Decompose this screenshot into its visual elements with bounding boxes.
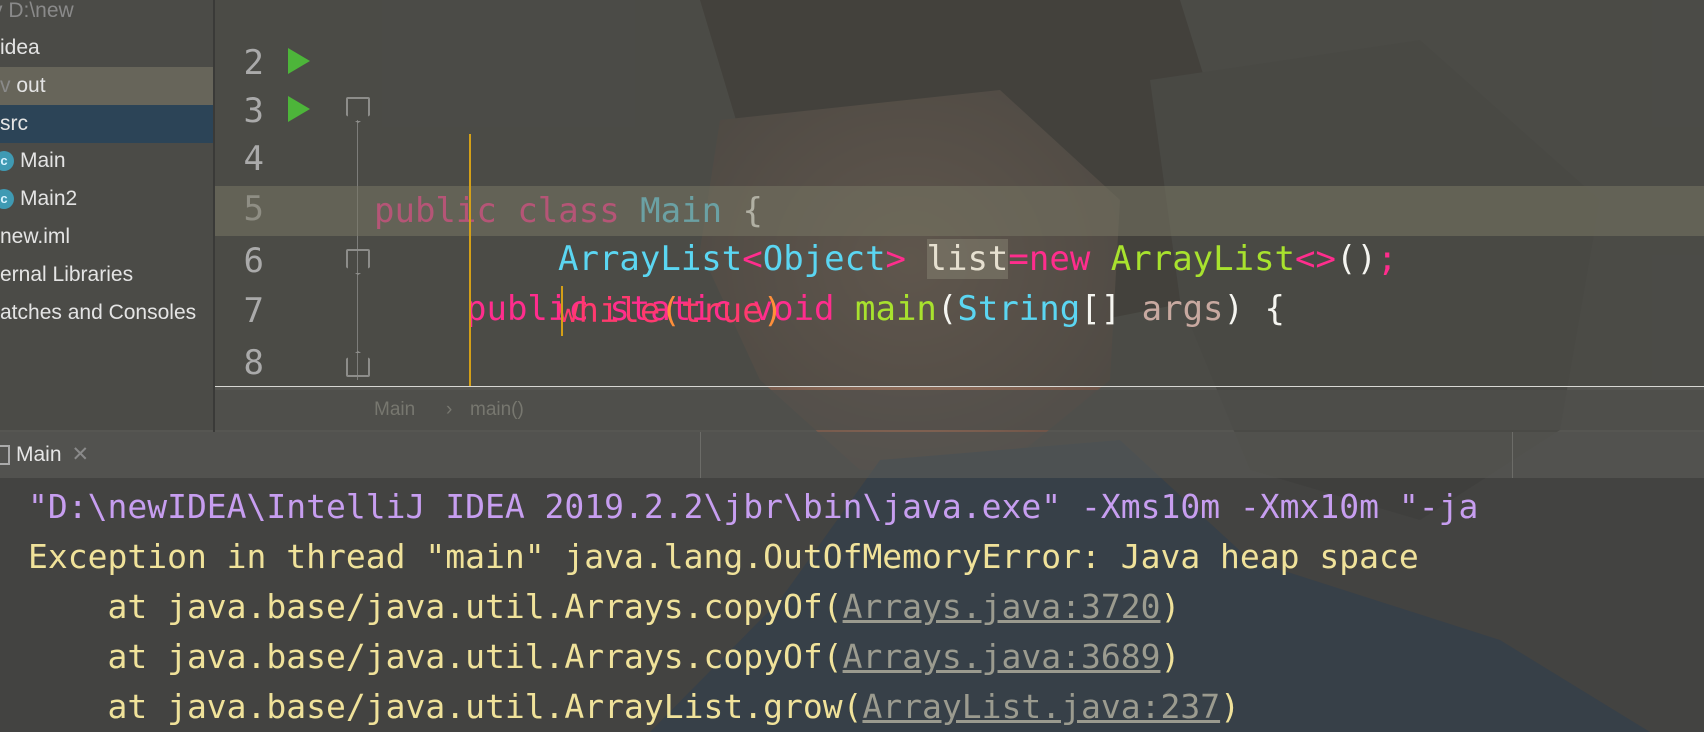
tree-item-out[interactable]: v out <box>0 67 214 105</box>
project-tree[interactable]: v D:\new idea v out src c Main c Main2 new… <box>0 0 214 430</box>
editor-bottom-border <box>214 386 1704 387</box>
stack-source-link[interactable]: Arrays.java:3720 <box>843 587 1161 626</box>
indent-guide <box>469 134 471 386</box>
console-stack-line: at java.base/java.util.Arrays.copyOf(Arr… <box>28 632 1180 682</box>
tree-item-label: new.iml <box>0 225 71 248</box>
tree-item-main2[interactable]: c Main2 <box>0 180 208 218</box>
tree-item-root[interactable]: v D:\new <box>0 0 206 30</box>
class-icon: c <box>0 189 14 210</box>
code-line-7[interactable]: 7 { <box>214 236 1704 331</box>
breadcrumb: Main › main() <box>214 390 1704 430</box>
tree-item-label: Main2 <box>20 187 78 210</box>
tree-item-main[interactable]: c Main <box>0 142 208 180</box>
code-line-3[interactable]: 3 public class Main { <box>214 36 1704 231</box>
code-line-5[interactable]: 5 ArrayList<Object> list=new ArrayList<>… <box>214 134 1704 279</box>
stack-source-link[interactable]: Arrays.java:3689 <box>843 637 1161 676</box>
console-output[interactable]: "D:\newIDEA\IntelliJ IDEA 2019.2.2\jbr\b… <box>0 478 1704 732</box>
breadcrumb-class[interactable]: Main <box>374 390 415 430</box>
run-gutter-icon[interactable] <box>288 48 310 74</box>
tree-item-idea[interactable]: idea <box>0 29 214 67</box>
close-icon[interactable]: ✕ <box>72 443 90 466</box>
code-line-2[interactable]: 2 <box>214 0 1704 83</box>
tree-item-label: idea <box>0 36 40 59</box>
console-exception-line: Exception in thread "main" java.lang.Out… <box>28 537 1419 576</box>
tree-item-label: out <box>16 74 46 97</box>
tree-item-label: atches and Consoles <box>0 301 197 324</box>
run-gutter-icon[interactable] <box>288 96 310 122</box>
breadcrumb-method[interactable]: main() <box>470 390 524 430</box>
tree-item-label: Main <box>20 149 66 172</box>
stack-source-link[interactable]: ArrayList.java:237 <box>862 687 1220 726</box>
console-stack-line: at java.base/java.util.ArrayList.grow(Ar… <box>28 682 1240 732</box>
indent-guide <box>561 286 563 336</box>
stack-text: ) <box>1160 587 1181 626</box>
tree-item-label: src <box>0 112 28 135</box>
expand-arrow-icon: v <box>0 0 3 22</box>
sidebar-divider[interactable] <box>213 0 215 432</box>
fold-icon[interactable] <box>346 97 370 123</box>
run-toolbar: Main ✕ <box>0 432 1704 478</box>
stack-text: at java.base/java.util.ArrayList.grow( <box>28 687 863 726</box>
tree-item-external-libraries[interactable]: ernal Libraries <box>0 256 214 294</box>
code-editor[interactable]: 2 3 public class Main { 4 public static … <box>214 0 1704 387</box>
console-command-line: "D:\newIDEA\IntelliJ IDEA 2019.2.2\jbr\b… <box>28 487 1479 526</box>
code-line-4[interactable]: 4 public static void main(String[] args)… <box>214 84 1704 329</box>
stack-text: ) <box>1220 687 1240 726</box>
code-line-6-current[interactable]: 6 while(true) <box>214 186 1704 331</box>
toolbar-separator <box>1512 432 1513 478</box>
tree-item-scratches[interactable]: atches and Consoles <box>0 294 214 332</box>
tree-item-iml[interactable]: new.iml <box>0 218 214 256</box>
stack-text: ) <box>1160 637 1181 676</box>
expand-arrow-icon: v <box>0 74 11 97</box>
class-icon: c <box>0 151 14 172</box>
run-tab-label: Main <box>16 443 62 466</box>
run-config-icon <box>0 445 10 466</box>
tree-item-src[interactable]: src <box>0 105 214 143</box>
run-tab-main[interactable]: Main ✕ <box>0 432 89 478</box>
fold-icon[interactable] <box>346 249 370 275</box>
code-line-9[interactable]: 9 } <box>214 338 1704 387</box>
console-stack-line: at java.base/java.util.Arrays.copyOf(Arr… <box>28 582 1180 632</box>
code-line-8[interactable]: 8 list.add(new Object()); <box>214 288 1704 383</box>
toolbar-separator <box>700 432 701 478</box>
stack-text: at java.base/java.util.Arrays.copyOf( <box>28 587 843 626</box>
tree-item-label: D:\new <box>8 0 74 22</box>
stack-text: at java.base/java.util.Arrays.copyOf( <box>28 637 843 676</box>
fold-icon[interactable] <box>346 351 370 377</box>
tree-item-label: ernal Libraries <box>0 263 134 286</box>
breadcrumb-separator: › <box>446 399 453 420</box>
